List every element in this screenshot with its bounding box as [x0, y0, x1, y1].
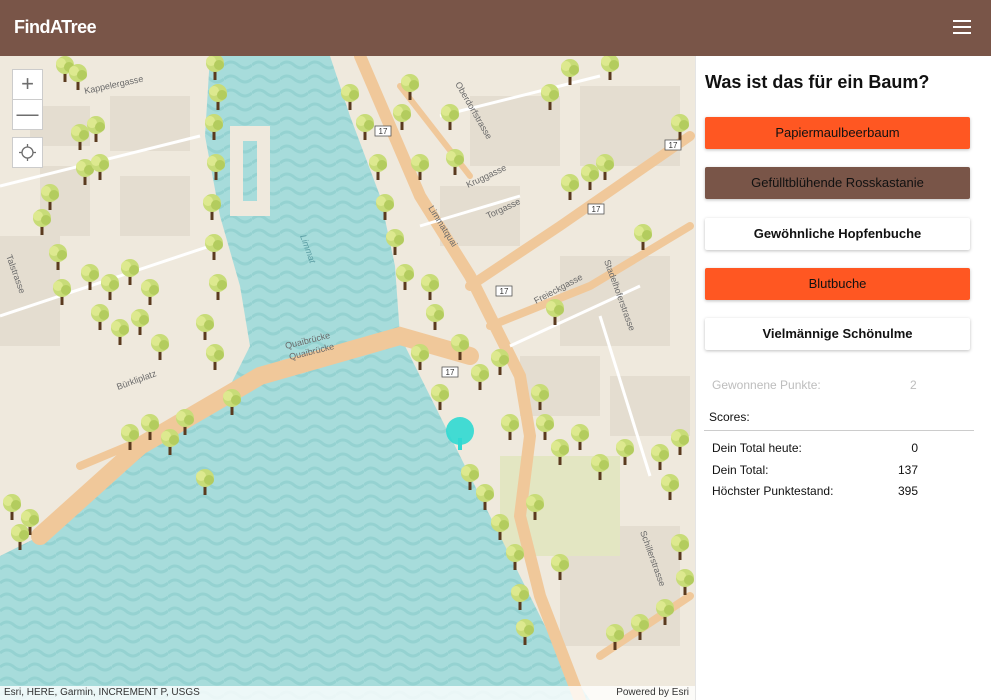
route-shield: 17: [592, 205, 601, 214]
attribution-text[interactable]: Esri, HERE, Garmin, INCREMENT P, USGS: [4, 687, 200, 698]
locate-button[interactable]: [12, 137, 43, 168]
score-value-total: 137: [897, 463, 918, 477]
score-value-highscore: 395: [897, 484, 918, 498]
crosshair-icon: [19, 144, 36, 161]
route-shield: 17: [669, 141, 678, 150]
score-label-highscore: Höchster Punktestand:: [712, 484, 834, 498]
score-label-total: Dein Total:: [712, 463, 769, 477]
zoom-control: + —: [12, 69, 43, 130]
quiz-panel: Was ist das für ein Baum? Papiermaulbeer…: [695, 56, 991, 700]
answer-option-3[interactable]: Gewöhnliche Hopfenbuche: [705, 218, 970, 250]
points-label: Gewonnene Punkte:: [712, 378, 821, 392]
answer-option-4[interactable]: Blutbuche: [705, 268, 970, 300]
map-canvas[interactable]: 17 17 17 17 17 Kappelergasse Oberdorfstr…: [0, 56, 695, 700]
map-view[interactable]: 17 17 17 17 17 Kappelergasse Oberdorfstr…: [0, 56, 695, 700]
question-title: Was ist das für ein Baum?: [705, 72, 930, 92]
powered-by-text[interactable]: Powered by Esri: [616, 687, 689, 698]
answer-option-1[interactable]: Papiermaulbeerbaum: [705, 117, 970, 149]
route-shield: 17: [446, 368, 455, 377]
points-value: 2: [910, 378, 917, 392]
app-header: FindATree: [0, 0, 991, 56]
answer-option-5[interactable]: Vielmännige Schönulme: [705, 318, 970, 350]
answer-option-2[interactable]: Gefülltblühende Rosskastanie: [705, 167, 970, 199]
scores-heading: Scores:: [709, 410, 750, 424]
zoom-in-button[interactable]: +: [13, 70, 42, 99]
route-shield: 17: [500, 287, 509, 296]
scores-divider: [704, 430, 974, 431]
score-value-today: 0: [911, 441, 918, 455]
map-attribution: Esri, HERE, Garmin, INCREMENT P, USGS Po…: [0, 686, 695, 700]
zoom-out-button[interactable]: —: [13, 99, 42, 129]
app-title: FindATree: [14, 17, 97, 37]
hamburger-icon[interactable]: [953, 20, 971, 34]
score-label-today: Dein Total heute:: [712, 441, 802, 455]
route-shield: 17: [379, 127, 388, 136]
